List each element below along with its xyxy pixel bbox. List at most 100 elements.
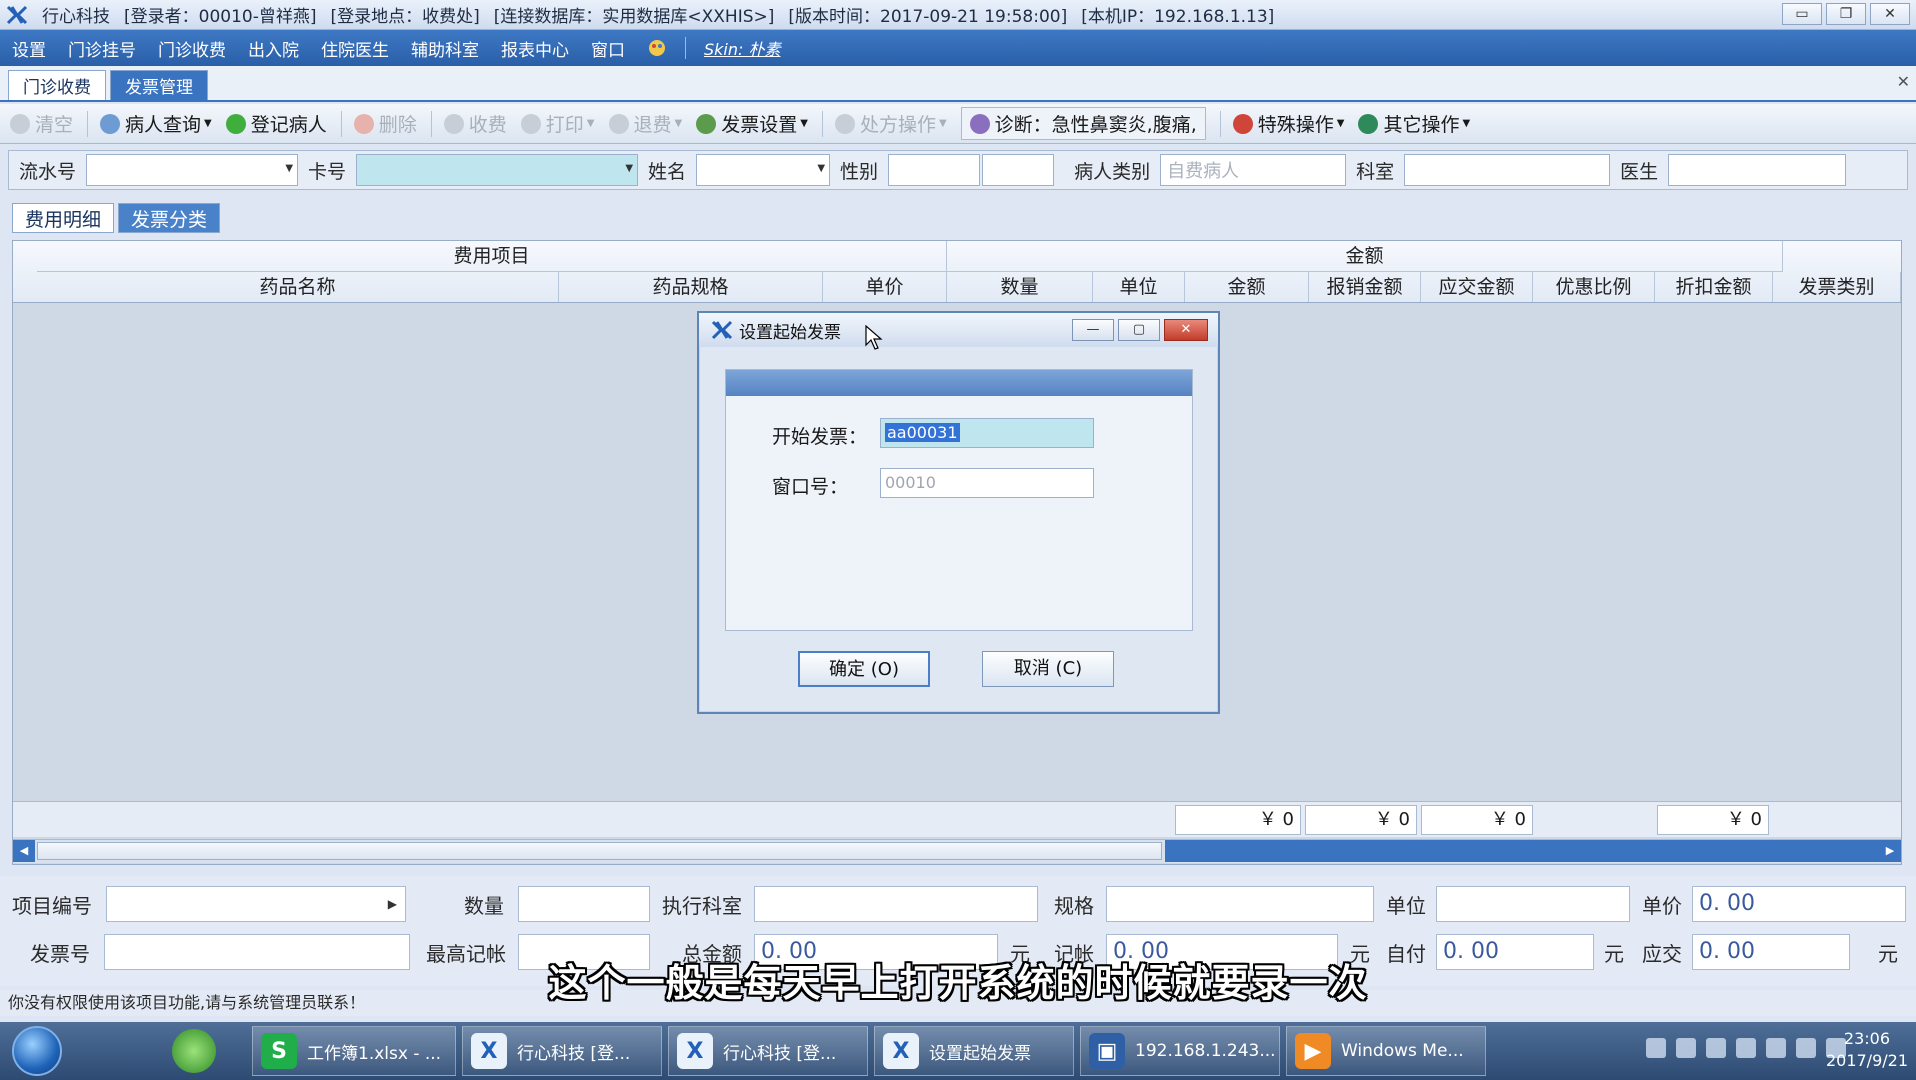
menu-inpatient-doctor[interactable]: 住院医生 xyxy=(321,36,389,61)
name-input[interactable]: ▼ xyxy=(696,154,831,186)
other-ops-button[interactable]: 其它操作 ▼ xyxy=(1358,110,1470,137)
serial-label: 流水号 xyxy=(19,160,77,183)
keyboard-icon[interactable] xyxy=(1646,1038,1666,1058)
network-icon[interactable] xyxy=(1706,1038,1726,1058)
volume-icon[interactable] xyxy=(1796,1038,1816,1058)
window-no-input[interactable]: 00010 xyxy=(880,468,1094,498)
quantity-input[interactable] xyxy=(518,886,650,922)
tab-fee-details[interactable]: 费用明细 xyxy=(12,203,115,233)
taskbar-item-his-2[interactable]: X 行心科技 [登... xyxy=(668,1026,868,1076)
chevron-down-icon[interactable]: ▼ xyxy=(625,163,633,174)
charge-button[interactable]: 收费 xyxy=(443,110,507,137)
patient-type-input[interactable]: 自费病人 xyxy=(1160,154,1347,186)
taskbar-item-media[interactable]: ▶ Windows Me... xyxy=(1286,1026,1486,1076)
spreadsheet-icon: S xyxy=(261,1033,297,1069)
group-fee-item: 费用项目 xyxy=(37,241,947,272)
col-discount-amount[interactable]: 折扣金额 xyxy=(1655,272,1773,302)
dept-input[interactable] xyxy=(1404,154,1611,186)
clock[interactable]: 23:06 2017/9/21 xyxy=(1826,1028,1908,1072)
cancel-button[interactable]: 取消 (C) xyxy=(982,651,1114,687)
scroll-right-icon[interactable]: ▶ xyxy=(1879,840,1901,862)
gender-extra-input[interactable] xyxy=(982,154,1055,186)
dialog-close-button[interactable]: ✕ xyxy=(1164,319,1208,341)
quantity-label: 数量 xyxy=(464,894,504,918)
special-ops-button[interactable]: 特殊操作 ▼ xyxy=(1232,110,1344,137)
chevron-down-icon[interactable]: ▼ xyxy=(285,163,293,174)
menu-reports[interactable]: 报表中心 xyxy=(501,36,569,61)
tab-outpatient-charge[interactable]: 门诊收费 xyxy=(8,70,106,100)
start-button[interactable] xyxy=(12,1026,62,1076)
start-invoice-input[interactable]: aa00031 xyxy=(880,418,1094,448)
app-logo-icon xyxy=(6,5,28,24)
restore-button[interactable]: ❐ xyxy=(1826,3,1866,25)
register-patient-button[interactable]: 登记病人 xyxy=(225,110,327,137)
taskbar-item-remote[interactable]: ▣ 192.168.1.243... xyxy=(1080,1026,1280,1076)
clear-button[interactable]: 清空 xyxy=(10,110,73,137)
minimize-button[interactable]: ▭ xyxy=(1782,3,1822,25)
print-button[interactable]: 打印 ▼ xyxy=(520,110,595,137)
skin-palette-icon[interactable] xyxy=(647,38,667,58)
prescription-ops-button[interactable]: 处方操作 ▼ xyxy=(834,110,947,137)
taskbar-item-dialog[interactable]: X 设置起始发票 xyxy=(874,1026,1074,1076)
close-tab-icon[interactable]: ✕ xyxy=(1897,72,1910,91)
horizontal-scrollbar[interactable]: ◀ ▶ xyxy=(13,839,1901,863)
browser-icon[interactable] xyxy=(172,1029,216,1073)
doctor-input[interactable] xyxy=(1668,154,1847,186)
media-player-icon: ▶ xyxy=(1295,1033,1331,1069)
dialog-maximize-button[interactable]: ▢ xyxy=(1118,319,1160,341)
unit-price-input[interactable]: 0. 00 xyxy=(1692,886,1906,922)
skin-link[interactable]: Skin: 朴素 xyxy=(704,36,781,60)
col-quantity[interactable]: 数量 xyxy=(947,272,1093,302)
col-drug-spec[interactable]: 药品规格 xyxy=(559,272,823,302)
diagnosis-icon xyxy=(969,113,990,134)
col-unit-price[interactable]: 单价 xyxy=(823,272,947,302)
menu-window[interactable]: 窗口 xyxy=(591,36,625,61)
menu-outpatient-register[interactable]: 门诊挂号 xyxy=(68,36,136,61)
arrow-right-icon[interactable]: ▶ xyxy=(388,887,397,921)
tab-invoice-management[interactable]: 发票管理 xyxy=(110,70,208,100)
mouse-cursor-icon xyxy=(865,325,883,350)
col-discount-rate[interactable]: 优惠比例 xyxy=(1533,272,1655,302)
delete-button[interactable]: 删除 xyxy=(353,110,417,137)
menu-aux-dept[interactable]: 辅助科室 xyxy=(411,36,479,61)
item-code-input[interactable]: ▶ xyxy=(106,886,406,922)
col-unit[interactable]: 单位 xyxy=(1093,272,1185,302)
scroll-thumb[interactable] xyxy=(37,842,1162,860)
unit-input[interactable] xyxy=(1436,886,1630,922)
close-button[interactable]: ✕ xyxy=(1870,3,1910,25)
col-drug-name[interactable]: 药品名称 xyxy=(37,272,559,302)
serial-input[interactable]: ▼ xyxy=(86,154,299,186)
help-icon[interactable] xyxy=(1676,1038,1696,1058)
security-icon[interactable] xyxy=(1766,1038,1786,1058)
app-logo-icon: X xyxy=(677,1033,713,1069)
card-input[interactable]: ▼ xyxy=(356,154,639,186)
col-payable[interactable]: 应交金额 xyxy=(1421,272,1533,302)
name-label: 姓名 xyxy=(648,160,687,183)
menu-settings[interactable]: 设置 xyxy=(12,36,46,61)
scroll-track[interactable] xyxy=(1165,840,1879,862)
spec-input[interactable] xyxy=(1106,886,1374,922)
taskbar-item-his-1[interactable]: X 行心科技 [登... xyxy=(462,1026,662,1076)
exec-dept-input[interactable] xyxy=(754,886,1038,922)
ok-button[interactable]: 确定 (O) xyxy=(798,651,930,687)
total-reimbursed: ￥ 0 xyxy=(1305,805,1417,835)
col-invoice-type[interactable]: 发票类别 xyxy=(1773,272,1901,302)
monitor-icon[interactable] xyxy=(1736,1038,1756,1058)
menu-admission[interactable]: 出入院 xyxy=(248,36,299,61)
patient-query-button[interactable]: 病人查询 ▼ xyxy=(100,110,212,137)
col-amount[interactable]: 金额 xyxy=(1185,272,1309,302)
dialog-minimize-button[interactable]: — xyxy=(1072,319,1114,341)
diagnosis-button[interactable]: 诊断：急性鼻窦炎,腹痛, xyxy=(960,107,1206,140)
tab-invoice-category[interactable]: 发票分类 xyxy=(118,203,221,233)
special-ops-icon xyxy=(1232,113,1253,134)
refund-button[interactable]: 退费 ▼ xyxy=(608,110,682,137)
gender-input[interactable] xyxy=(888,154,981,186)
taskbar-item-excel[interactable]: S 工作簿1.xlsx - ... xyxy=(252,1026,456,1076)
invoice-settings-button[interactable]: 发票设置 ▼ xyxy=(696,110,808,137)
col-reimbursed[interactable]: 报销金额 xyxy=(1309,272,1421,302)
app-logo-icon: X xyxy=(471,1033,507,1069)
menu-outpatient-charge[interactable]: 门诊收费 xyxy=(158,36,226,61)
patient-type-label: 病人类别 xyxy=(1074,160,1151,183)
scroll-left-icon[interactable]: ◀ xyxy=(13,840,35,862)
chevron-down-icon[interactable]: ▼ xyxy=(817,163,825,174)
